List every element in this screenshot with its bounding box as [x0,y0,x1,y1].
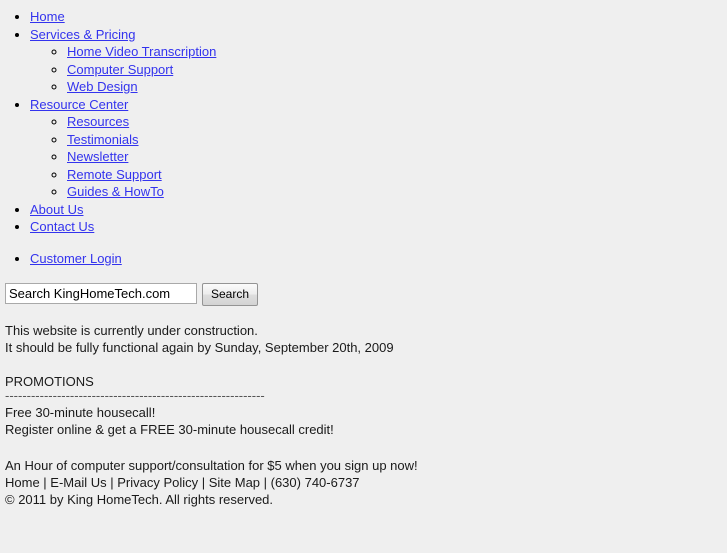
subnav-link-guides-howto[interactable]: Guides & HowTo [67,184,164,199]
subnav-link-resources[interactable]: Resources [67,114,129,129]
nav-link-resource-center[interactable]: Resource Center [30,97,128,112]
nav-link-home[interactable]: Home [30,9,65,24]
subnav-link-remote-support[interactable]: Remote Support [67,167,162,182]
subnav-link-web-design[interactable]: Web Design [67,79,138,94]
search-button[interactable]: Search [202,283,259,306]
subnav-item-guides-howto[interactable]: Guides & HowTo [67,183,727,201]
subnav-item-home-video-transcription[interactable]: Home Video Transcription [67,43,727,61]
secondary-navigation: Customer Login [0,250,727,268]
nav-item-home[interactable]: Home [30,8,727,26]
nav-item-resource-center[interactable]: Resource Center Resources Testimonials N… [30,96,727,201]
nav-item-contact-us[interactable]: Contact Us [30,218,727,236]
subnav-link-computer-support[interactable]: Computer Support [67,62,173,77]
search-form: Search [5,283,727,306]
page-root: Home Services & Pricing Home Video Trans… [0,8,727,553]
subnav-link-testimonials[interactable]: Testimonials [67,132,139,147]
subnav-link-home-video-transcription[interactable]: Home Video Transcription [67,44,216,59]
subnav-link-newsletter[interactable]: Newsletter [67,149,128,164]
subnav-resource-center: Resources Testimonials Newsletter Remote… [30,113,727,201]
nav-link-contact-us[interactable]: Contact Us [30,219,94,234]
promotion-line-2: Register online & get a FREE 30-minute h… [5,422,334,437]
search-input[interactable] [5,283,197,304]
nav-item-about-us[interactable]: About Us [30,201,727,219]
subnav-item-testimonials[interactable]: Testimonials [67,131,727,149]
primary-navigation: Home Services & Pricing Home Video Trans… [0,8,727,236]
nav-item-customer-login[interactable]: Customer Login [30,250,727,268]
subnav-item-remote-support[interactable]: Remote Support [67,166,727,184]
promotion-line-1: Free 30-minute housecall! [5,405,156,420]
construction-notice-line-1: This website is currently under construc… [5,323,258,338]
footer-links: Home | E-Mail Us | Privacy Policy | Site… [5,475,360,490]
nav-link-customer-login[interactable]: Customer Login [30,251,122,266]
nav-link-services-pricing[interactable]: Services & Pricing [30,27,135,42]
subnav-item-newsletter[interactable]: Newsletter [67,148,727,166]
promotions-divider: ----------------------------------------… [5,390,265,401]
promotions-heading: PROMOTIONS [5,374,94,389]
subnav-services-pricing: Home Video Transcription Computer Suppor… [30,43,727,96]
nav-link-about-us[interactable]: About Us [30,202,83,217]
subnav-item-web-design[interactable]: Web Design [67,78,727,96]
construction-notice-line-2: It should be fully functional again by S… [5,340,394,355]
offer-text: An Hour of computer support/consultation… [5,458,418,473]
subnav-item-resources[interactable]: Resources [67,113,727,131]
footer-copyright: © 2011 by King HomeTech. All rights rese… [5,492,274,507]
subnav-item-computer-support[interactable]: Computer Support [67,61,727,79]
nav-item-services-pricing[interactable]: Services & Pricing Home Video Transcript… [30,26,727,96]
